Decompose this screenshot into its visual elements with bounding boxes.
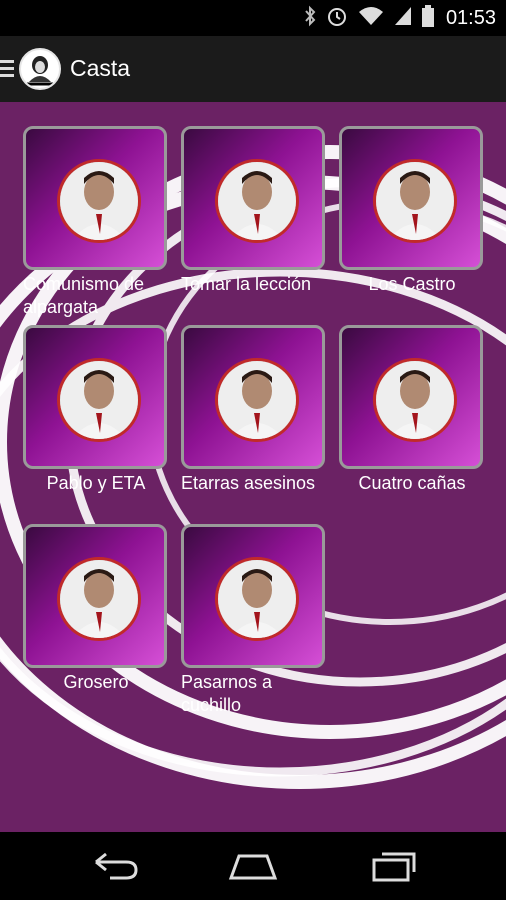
- tile-thumbnail: [339, 325, 483, 469]
- tile-label: Etarras asesinos: [181, 473, 316, 493]
- signal-icon: [394, 6, 412, 31]
- tile-label: Los Castro: [368, 274, 456, 294]
- tile-label: Tomar la lección: [181, 274, 312, 294]
- alarm-icon: [326, 5, 348, 32]
- recents-icon[interactable]: [366, 848, 422, 884]
- page-title: Casta: [70, 55, 131, 81]
- tile-comunismo-de-alpargata[interactable]: Comunismo de alpargata: [23, 126, 169, 319]
- tile-tomar-la-leccion[interactable]: Tomar la lección: [181, 126, 327, 296]
- back-icon[interactable]: [86, 848, 142, 884]
- tile-pablo-y-eta[interactable]: Pablo y ETA: [23, 325, 169, 495]
- tile-thumbnail: [181, 325, 325, 469]
- portrait-avatar: [57, 358, 141, 442]
- status-bar: 01:53: [0, 0, 506, 36]
- home-icon[interactable]: [225, 848, 281, 884]
- tile-etarras-asesinos[interactable]: Etarras asesinos: [181, 325, 327, 495]
- tile-thumbnail: [23, 126, 167, 270]
- portrait-avatar: [57, 557, 141, 641]
- drawer-menu-icon[interactable]: [0, 60, 14, 78]
- tile-label: Cuatro cañas: [358, 473, 466, 493]
- portrait-avatar: [215, 557, 299, 641]
- tile-pasarnos-a-cuchillo[interactable]: Pasarnos a cuchillo: [181, 524, 327, 717]
- portrait-avatar: [215, 358, 299, 442]
- tile-los-castro[interactable]: Los Castro: [339, 126, 485, 296]
- status-time: 01:53: [445, 6, 496, 29]
- tile-thumbnail: [181, 524, 325, 668]
- bluetooth-icon: [304, 5, 316, 32]
- tile-thumbnail: [181, 126, 325, 270]
- tile-thumbnail: [23, 325, 167, 469]
- tile-thumbnail: [339, 126, 483, 270]
- portrait-avatar: [215, 159, 299, 243]
- navigation-bar: [0, 832, 506, 900]
- tile-label: Pasarnos a cuchillo: [181, 672, 273, 715]
- tile-label: Pablo y ETA: [46, 473, 146, 493]
- tile-label: Comunismo de alpargata: [23, 274, 145, 317]
- tile-label: Grosero: [63, 672, 129, 692]
- portrait-avatar: [57, 159, 141, 243]
- tile-grosero[interactable]: Grosero: [23, 524, 169, 694]
- battery-icon: [421, 4, 434, 32]
- action-bar: Casta: [0, 36, 506, 103]
- podemos-logo-icon[interactable]: [19, 48, 61, 90]
- tile-cuatro-canas[interactable]: Cuatro cañas: [339, 325, 485, 495]
- tile-thumbnail: [23, 524, 167, 668]
- wifi-icon: [358, 6, 384, 31]
- portrait-avatar: [373, 358, 457, 442]
- portrait-avatar: [373, 159, 457, 243]
- content-area: Comunismo de alpargata Tomar la lección …: [0, 102, 506, 832]
